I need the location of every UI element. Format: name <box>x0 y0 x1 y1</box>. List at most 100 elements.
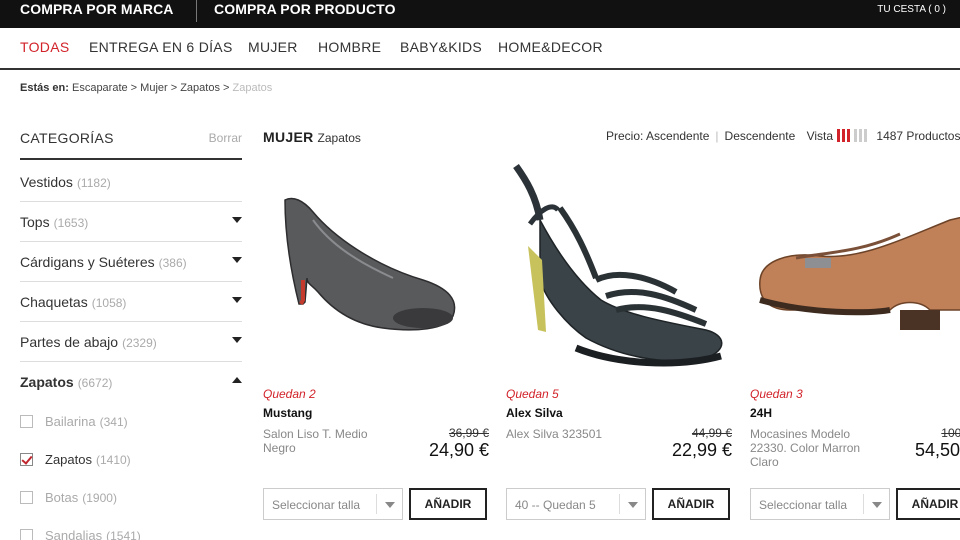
subcategory-count: (1541) <box>106 529 141 540</box>
categories-header: CATEGORÍAS Borrar <box>20 120 242 160</box>
add-to-cart-button[interactable]: AÑADIR <box>652 488 730 520</box>
subcategory-botas[interactable]: Botas (1900) <box>20 479 242 517</box>
category-zapatos[interactable]: Zapatos (6672) <box>20 362 242 402</box>
add-to-cart-button[interactable]: AÑADIR <box>896 488 960 520</box>
category-label: Vestidos <box>20 174 73 190</box>
chevron-up-icon[interactable] <box>232 377 242 383</box>
product-description[interactable]: Salon Liso T. Medio Negro <box>263 427 395 455</box>
listing-title: MUJER Zapatos <box>263 129 361 145</box>
category-count: (6672) <box>77 376 113 390</box>
old-price: 44,99 € <box>691 426 732 440</box>
sort-bar: Precio: Ascendente | Descendente Vista 148… <box>606 129 960 143</box>
cart-link[interactable]: TU CESTA ( 0 ) <box>877 4 946 15</box>
nav-tab-homedecor[interactable]: HOME&DECOR <box>498 39 603 55</box>
subcategory-count: (1900) <box>82 491 117 505</box>
nav-tab-todas[interactable]: TODAS <box>20 39 69 55</box>
size-select[interactable]: Seleccionar talla <box>750 488 890 520</box>
listing-section: MUJER <box>263 129 314 145</box>
subcategory-label: Bailarina <box>45 414 96 429</box>
product-brand[interactable]: 24H <box>750 406 772 420</box>
old-price: 36,99 € <box>448 426 489 440</box>
price: 54,50 <box>914 440 960 460</box>
sort-descending-link[interactable]: Descendente <box>725 129 796 143</box>
listing-subsection: Zapatos <box>317 131 361 145</box>
breadcrumb-path[interactable]: Escaparate > Mujer > Zapatos > <box>72 82 229 94</box>
subcategory-label: Botas <box>45 490 79 505</box>
subcategory-label: Sandalias <box>45 528 103 540</box>
sort-ascending-link[interactable]: Precio: Ascendente <box>606 129 709 143</box>
category-vestidos[interactable]: Vestidos (1182) <box>20 162 242 202</box>
category-count: (1182) <box>76 176 111 190</box>
product-brand[interactable]: Mustang <box>263 406 312 420</box>
stock-label: Quedan 3 <box>750 387 803 401</box>
chevron-down-icon <box>619 494 645 514</box>
size-select-value: Seleccionar talla <box>759 498 848 512</box>
category-count: (1058) <box>91 296 127 310</box>
subcategory-count: (341) <box>99 415 128 429</box>
checkbox[interactable] <box>20 529 33 540</box>
category-nav: TODAS ENTREGA EN 6 DÍAS MUJER HOMBRE BAB… <box>0 28 960 70</box>
product-image-pump[interactable] <box>263 160 489 380</box>
shop-by-brand-tab[interactable]: COMPRA POR MARCA <box>20 0 174 28</box>
top-bar: COMPRA POR MARCA COMPRA POR PRODUCTO TU … <box>0 0 960 28</box>
product-description[interactable]: Mocasines Modelo 22330. Color Marron Cla… <box>750 427 870 469</box>
subcategory-sandalias[interactable]: Sandalias (1541) <box>20 517 242 540</box>
nav-tab-hombre[interactable]: HOMBRE <box>318 39 381 55</box>
product-count: 1487 Productos <box>876 129 960 143</box>
product-brand[interactable]: Alex Silva <box>506 406 563 420</box>
shop-by-product-tab[interactable]: COMPRA POR PRODUCTO <box>214 0 396 28</box>
chevron-down-icon <box>863 494 889 514</box>
size-select[interactable]: Seleccionar talla <box>263 488 403 520</box>
price: 22,99 € <box>671 440 732 460</box>
old-price: 100,99 <box>941 426 960 440</box>
category-count: (386) <box>158 256 187 270</box>
grid-small-icon[interactable] <box>854 129 868 142</box>
price: 24,90 € <box>428 440 489 460</box>
subcategory-zapatos[interactable]: Zapatos (1410) <box>20 441 242 479</box>
category-tops[interactable]: Tops (1653) <box>20 202 242 242</box>
add-to-cart-button[interactable]: AÑADIR <box>409 488 487 520</box>
nav-tab-mujer[interactable]: MUJER <box>248 39 298 55</box>
nav-tab-entrega[interactable]: ENTREGA EN 6 DÍAS <box>89 39 233 55</box>
product-card: Quedan 5 Alex Silva Alex Silva 323501 44… <box>506 160 732 530</box>
size-select[interactable]: 40 -- Quedan 5 <box>506 488 646 520</box>
breadcrumb: Estás en: Escaparate > Mujer > Zapatos >… <box>20 82 272 94</box>
category-label: Tops <box>20 214 50 230</box>
topbar-divider <box>196 0 197 22</box>
chevron-down-icon[interactable] <box>232 297 242 303</box>
chevron-down-icon[interactable] <box>232 257 242 263</box>
stock-label: Quedan 2 <box>263 387 316 401</box>
chevron-down-icon <box>376 494 402 514</box>
category-cardigans[interactable]: Cárdigans y Suéteres (386) <box>20 242 242 282</box>
checkbox[interactable] <box>20 415 33 428</box>
clear-filters-link[interactable]: Borrar <box>209 131 242 145</box>
category-label: Partes de abajo <box>20 334 119 350</box>
category-chaquetas[interactable]: Chaquetas (1058) <box>20 282 242 322</box>
product-card: Quedan 3 24H Mocasines Modelo 22330. Col… <box>750 160 960 530</box>
size-select-value: 40 -- Quedan 5 <box>515 498 596 512</box>
checkbox[interactable] <box>20 491 33 504</box>
breadcrumb-prefix: Estás en: <box>20 82 69 94</box>
subcategory-label: Zapatos <box>45 452 92 467</box>
checkbox-checked[interactable] <box>20 453 33 466</box>
view-label: Vista <box>806 129 834 143</box>
chevron-down-icon[interactable] <box>232 337 242 343</box>
product-image-loafer[interactable] <box>750 160 960 380</box>
category-count: (1653) <box>53 216 89 230</box>
category-count: (2329) <box>122 336 157 350</box>
category-label: Zapatos <box>20 374 74 390</box>
category-label: Cárdigans y Suéteres <box>20 254 155 270</box>
subcategory-count: (1410) <box>95 453 131 467</box>
chevron-down-icon[interactable] <box>232 217 242 223</box>
divider: | <box>715 129 719 143</box>
product-description[interactable]: Alex Silva 323501 <box>506 427 638 441</box>
size-select-value: Seleccionar talla <box>272 498 361 512</box>
breadcrumb-current: Zapatos <box>232 82 273 94</box>
nav-tab-babykids[interactable]: BABY&KIDS <box>400 39 482 55</box>
category-partes-abajo[interactable]: Partes de abajo (2329) <box>20 322 242 362</box>
grid-large-icon[interactable] <box>837 129 851 142</box>
subcategory-bailarina[interactable]: Bailarina (341) <box>20 403 242 441</box>
categories-title: CATEGORÍAS <box>20 130 114 146</box>
product-image-sandal[interactable] <box>506 160 732 380</box>
stock-label: Quedan 5 <box>506 387 559 401</box>
